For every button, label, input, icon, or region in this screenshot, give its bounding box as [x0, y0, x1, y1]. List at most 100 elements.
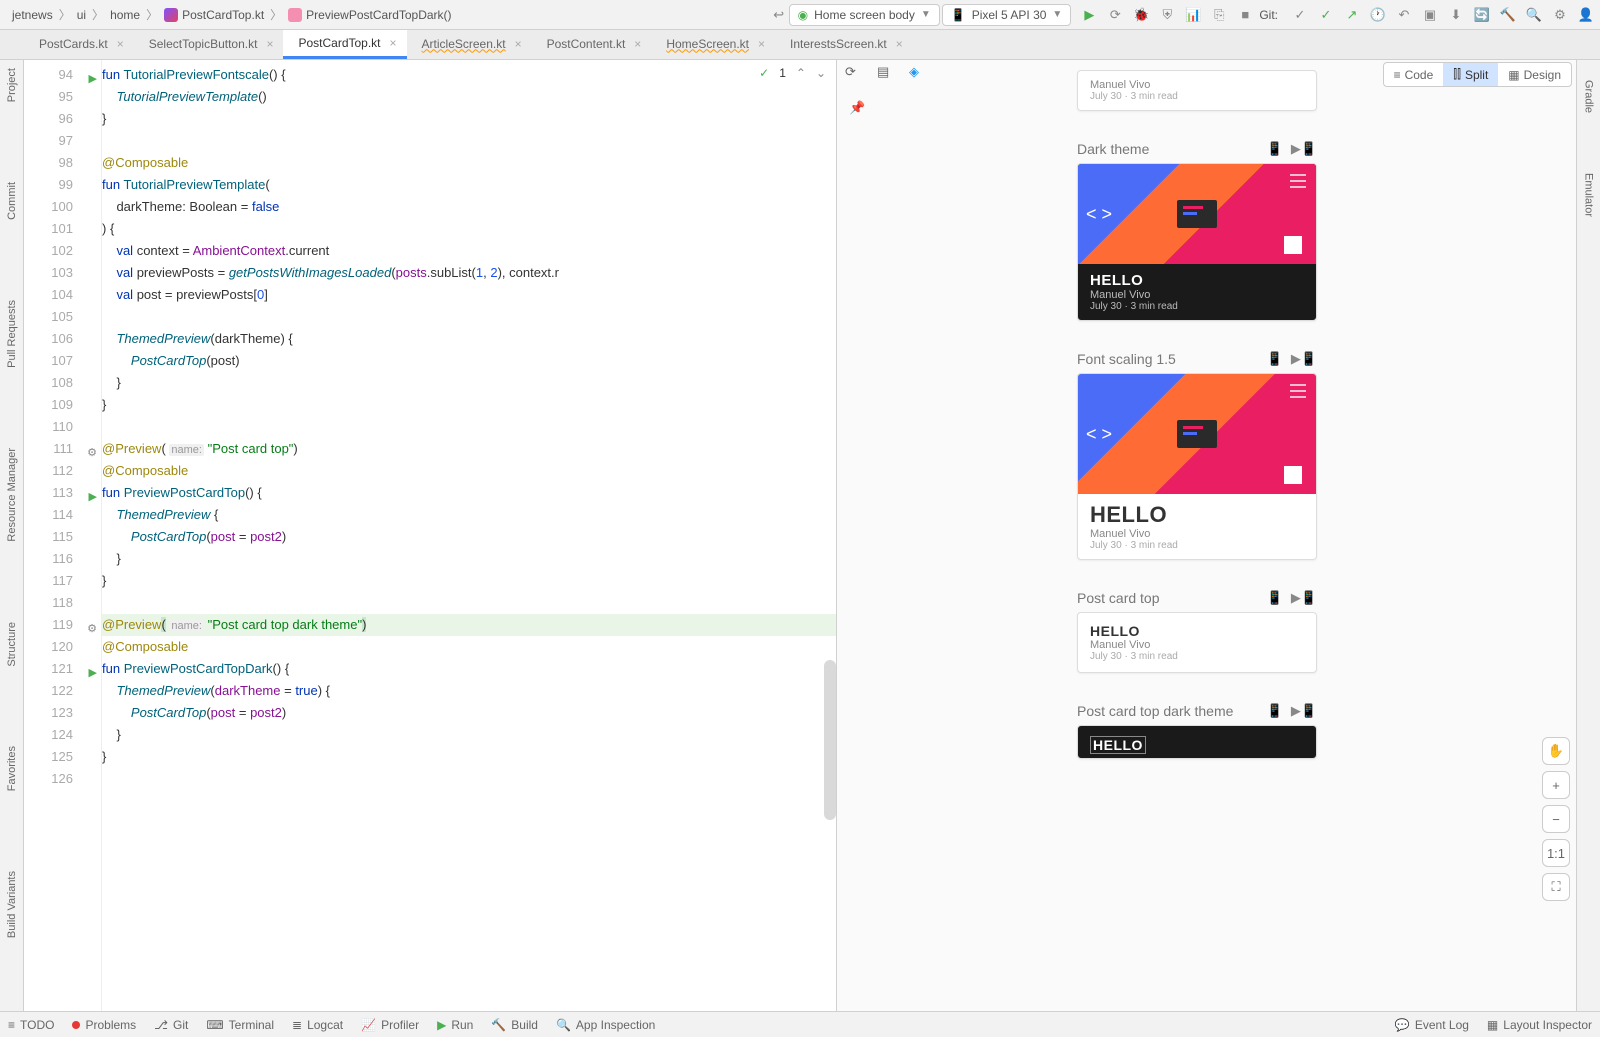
run-icon[interactable]: ▶ [1081, 7, 1097, 23]
device-dropdown[interactable]: 📱Pixel 5 API 30▼ [942, 4, 1072, 26]
settings-icon[interactable]: ⚙ [1552, 7, 1568, 23]
tab-selecttopicbutton[interactable]: SelectTopicButton.kt× [134, 31, 284, 59]
deploy-preview-icon[interactable]: 📱 [1267, 351, 1283, 367]
breadcrumb[interactable]: jetnews〉 ui〉 home〉 PostCardTop.kt〉 Previ… [6, 4, 458, 25]
view-mode-switcher[interactable]: ≡ Code ⫿⫿ Split ▦ Design [1383, 62, 1572, 87]
profiler-icon[interactable]: 📊 [1185, 7, 1201, 23]
stop-icon[interactable]: ■ [1237, 7, 1253, 23]
todo-tool[interactable]: ≡ TODO [8, 1018, 54, 1032]
close-icon[interactable]: × [117, 37, 124, 51]
problems-tool[interactable]: Problems [72, 1018, 136, 1032]
deploy-preview-icon[interactable]: 📱 [1267, 590, 1283, 606]
deploy-preview-icon[interactable]: 📱 [1267, 141, 1283, 157]
sync-icon[interactable]: 🔄 [1474, 7, 1490, 23]
rollback-icon[interactable]: ↶ [1396, 7, 1412, 23]
code-area[interactable]: fun TutorialPreviewFontscale() { Tutoria… [102, 60, 836, 1011]
coverage-icon[interactable]: ⛨ [1159, 7, 1175, 23]
view-mode-design[interactable]: ▦ Design [1498, 63, 1571, 86]
next-highlight-icon[interactable]: ⌄ [816, 66, 826, 80]
zoom-in-icon[interactable]: + [1542, 771, 1570, 799]
animate-preview-icon[interactable]: ▶📱 [1291, 703, 1317, 719]
bottom-tool-bar: ≡ TODO Problems ⎇ Git ⌨ Terminal ≣ Logca… [0, 1011, 1600, 1037]
back-icon[interactable]: ↩ [771, 7, 787, 23]
build-tool[interactable]: 🔨 Build [491, 1018, 538, 1032]
view-mode-code[interactable]: ≡ Code [1384, 63, 1444, 86]
close-icon[interactable]: × [634, 37, 641, 51]
tool-build-variants[interactable]: Build Variants [6, 871, 18, 938]
preview-card[interactable]: < >HELLOManuel VivoJuly 30 · 3 min read [1077, 373, 1317, 560]
tab-postcards[interactable]: PostCards.kt× [24, 31, 134, 59]
layers-icon[interactable]: ◈ [909, 64, 927, 82]
tool-project[interactable]: Project [6, 68, 18, 102]
tab-postcardtop[interactable]: PostCardTop.kt× [283, 30, 406, 59]
prev-highlight-icon[interactable]: ⌃ [796, 66, 806, 80]
git-tool[interactable]: ⎇ Git [154, 1018, 188, 1032]
avatar-icon[interactable]: 👤 [1578, 7, 1594, 23]
animate-preview-icon[interactable]: ▶📱 [1291, 141, 1317, 157]
code-editor[interactable]: 94▶9596979899100101102103104105106107108… [24, 60, 836, 1011]
preview-group: Font scaling 1.5 📱 ▶📱 < >HELLOManuel VivoJu… [1077, 351, 1317, 560]
deploy-preview-icon[interactable]: 📱 [1267, 703, 1283, 719]
tool-gradle[interactable]: Gradle [1583, 80, 1595, 113]
animate-preview-icon[interactable]: ▶📱 [1291, 590, 1317, 606]
editor-scrollbar[interactable] [824, 660, 836, 820]
preview-card[interactable]: Manuel VivoJuly 30 · 3 min read [1077, 70, 1317, 111]
search-icon[interactable]: 🔍 [1526, 7, 1542, 23]
pan-icon[interactable]: ✋ [1542, 737, 1570, 765]
zoom-fit-icon[interactable]: ⛶ [1542, 873, 1570, 901]
terminal-tool[interactable]: ⌨ Terminal [206, 1018, 274, 1032]
run-configuration-dropdown[interactable]: ◉Home screen body▼ [789, 4, 940, 26]
sdk-icon[interactable]: ⬇ [1448, 7, 1464, 23]
build-icon[interactable]: 🔨 [1500, 7, 1516, 23]
app-inspection-tool[interactable]: 🔍 App Inspection [556, 1018, 655, 1032]
tab-homescreen[interactable]: HomeScreen.kt× [651, 31, 775, 59]
preview-title: Font scaling 1.5 [1077, 351, 1176, 367]
profiler-tool[interactable]: 📈 Profiler [361, 1018, 419, 1032]
run-tool[interactable]: ▶Run [437, 1018, 473, 1032]
event-log-tool[interactable]: 💬 Event Log [1395, 1018, 1469, 1032]
view-mode-split[interactable]: ⫿⫿ Split [1443, 63, 1498, 86]
history-icon[interactable]: 🕐 [1370, 7, 1386, 23]
close-icon[interactable]: × [266, 37, 273, 51]
close-icon[interactable]: × [896, 37, 903, 51]
tool-favorites[interactable]: Favorites [6, 746, 18, 791]
preview-card[interactable]: < >HELLOManuel VivoJuly 30 · 3 min read [1077, 163, 1317, 321]
apply-changes-icon[interactable]: ⟳ [1107, 7, 1123, 23]
vcs-push-icon[interactable]: ↗ [1344, 7, 1360, 23]
interactive-preview-icon[interactable]: ▤ [877, 64, 895, 82]
vcs-commit-icon[interactable]: ✓ [1318, 7, 1334, 23]
close-icon[interactable]: × [390, 36, 397, 50]
zoom-out-icon[interactable]: − [1542, 805, 1570, 833]
close-icon[interactable]: × [515, 37, 522, 51]
attach-icon[interactable]: ⎘ [1211, 7, 1227, 23]
tool-emulator[interactable]: Emulator [1583, 173, 1595, 217]
tool-resource-manager[interactable]: Resource Manager [6, 448, 18, 542]
layout-inspector-tool[interactable]: ▦ Layout Inspector [1487, 1018, 1592, 1032]
tool-structure[interactable]: Structure [6, 622, 18, 667]
inspection-status-icon[interactable]: ✓ [759, 66, 769, 80]
animate-preview-icon[interactable]: ▶📱 [1291, 351, 1317, 367]
zoom-reset-icon[interactable]: 1:1 [1542, 839, 1570, 867]
close-icon[interactable]: × [758, 37, 765, 51]
debug-icon[interactable]: 🐞 [1133, 7, 1149, 23]
gutter[interactable]: 94▶9596979899100101102103104105106107108… [24, 60, 102, 1011]
tab-articlescreen[interactable]: ArticleScreen.kt× [407, 31, 532, 59]
tab-interestsscreen[interactable]: InterestsScreen.kt× [775, 31, 913, 59]
git-label: Git: [1259, 8, 1278, 22]
left-tool-window-bar[interactable]: Project Commit Pull Requests Resource Manag… [0, 60, 24, 1011]
pin-icon[interactable]: 📌 [849, 100, 865, 116]
avd-icon[interactable]: ▣ [1422, 7, 1438, 23]
preview-card[interactable]: HELLOManuel VivoJuly 30 · 3 min read [1077, 612, 1317, 673]
tab-postcontent[interactable]: PostContent.kt× [532, 31, 652, 59]
vcs-update-icon[interactable]: ✓ [1292, 7, 1308, 23]
preview-group: Dark theme📱▶📱< >HELLOManuel VivoJuly 30 … [1077, 141, 1317, 321]
tool-pull-requests[interactable]: Pull Requests [6, 300, 18, 368]
logcat-tool[interactable]: ≣ Logcat [292, 1018, 343, 1032]
right-tool-window-bar[interactable]: Gradle Emulator [1576, 60, 1600, 1011]
preview-group: Post card top📱▶📱HELLOManuel VivoJuly 30 … [1077, 590, 1317, 673]
refresh-preview-icon[interactable]: ⟳ [845, 64, 863, 82]
preview-card[interactable]: HELLO [1077, 725, 1317, 759]
editor-tabs: PostCards.kt×SelectTopicButton.kt×PostCa… [0, 30, 1600, 60]
preview-group: Post card top dark theme📱▶📱HELLO [1077, 703, 1317, 759]
tool-commit[interactable]: Commit [6, 182, 18, 220]
